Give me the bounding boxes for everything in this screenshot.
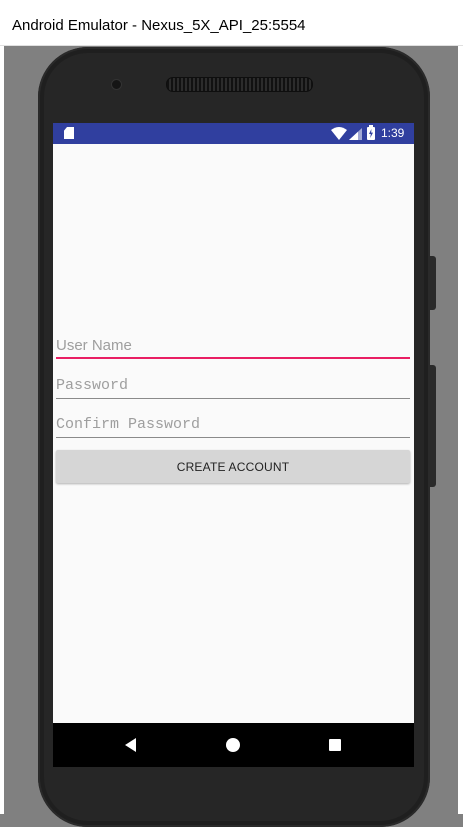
status-time: 1:39 <box>381 126 405 140</box>
username-input[interactable] <box>56 333 410 357</box>
window-left-border <box>0 46 4 814</box>
wifi-icon <box>331 127 347 140</box>
status-bar: 1:39 <box>53 123 414 144</box>
window-titlebar[interactable]: Android Emulator - Nexus_5X_API_25:5554 <box>0 0 463 46</box>
username-field[interactable] <box>56 333 410 359</box>
volume-rocker[interactable] <box>430 365 436 487</box>
battery-charging-icon <box>367 125 375 140</box>
speaker-grille <box>166 77 313 92</box>
home-icon[interactable] <box>226 738 240 752</box>
window-title: Android Emulator - Nexus_5X_API_25:5554 <box>12 17 306 34</box>
power-button[interactable] <box>430 256 436 310</box>
emulator-window: Android Emulator - Nexus_5X_API_25:5554 … <box>0 0 463 827</box>
sd-card-icon <box>64 127 74 139</box>
password-input[interactable] <box>56 373 410 397</box>
password-field[interactable] <box>56 373 410 399</box>
back-icon[interactable] <box>125 738 136 752</box>
phone-screen: 1:39 CREATE ACCOUNT <box>53 123 414 767</box>
charging-bolt-icon <box>369 129 373 138</box>
window-right-border <box>458 46 463 814</box>
front-camera-icon <box>111 79 122 90</box>
signal-icon <box>349 128 362 140</box>
recents-icon[interactable] <box>329 739 341 751</box>
create-account-button[interactable]: CREATE ACCOUNT <box>56 450 410 483</box>
navigation-bar <box>53 723 414 767</box>
confirm-password-input[interactable] <box>56 412 410 436</box>
confirm-password-field[interactable] <box>56 412 410 438</box>
